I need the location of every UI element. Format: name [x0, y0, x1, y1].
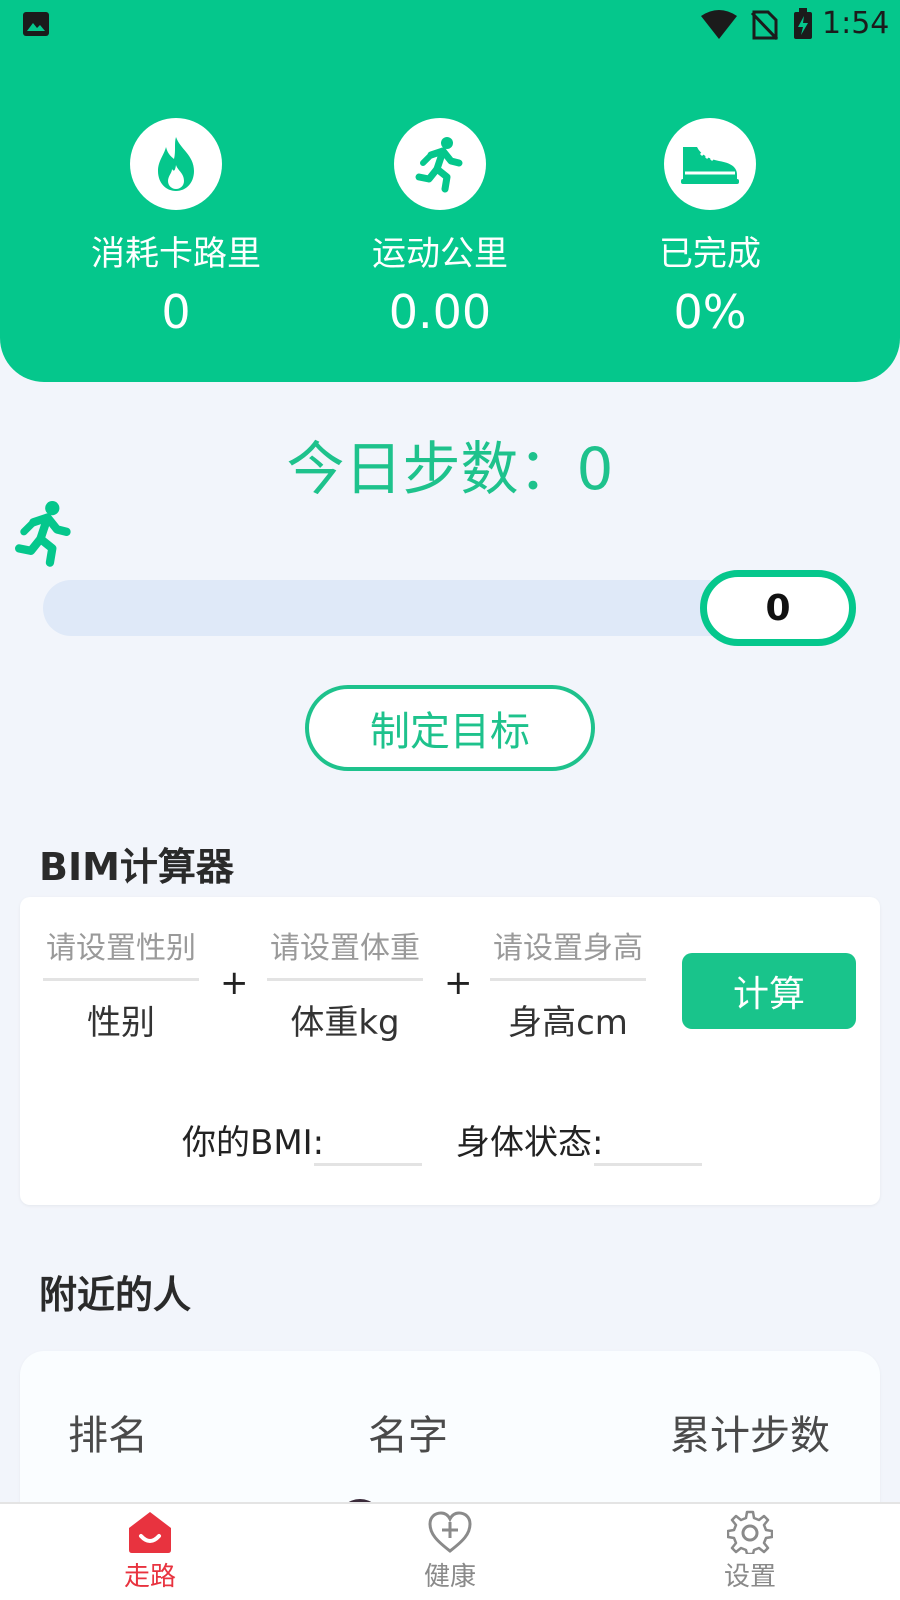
bmi-result-value — [314, 1163, 422, 1166]
set-goal-button[interactable]: 制定目标 — [305, 685, 595, 771]
stat-circle — [664, 118, 756, 210]
column-header-rank: 排名 — [68, 1413, 148, 1459]
no-sim-icon — [750, 10, 778, 40]
weight-caption: 体重kg — [290, 1003, 400, 1043]
nav-label: 走路 — [123, 1562, 176, 1592]
calculate-button[interactable]: 计算 — [682, 953, 856, 1029]
column-header-steps: 累计步数 — [670, 1413, 830, 1459]
bmi-card: 请设置性别 性别 + 请设置体重 体重kg + 请设置身高 身高cm 计算 你的… — [20, 897, 880, 1205]
stat-value: 0 — [161, 285, 191, 339]
status-time: 1:54 — [822, 6, 890, 41]
stat-value: 0% — [673, 285, 747, 339]
weight-field: 请设置体重 体重kg — [267, 921, 423, 1044]
stat-circle — [394, 118, 486, 210]
bottom-nav: 走路 健康 设置 — [0, 1502, 900, 1600]
plus-sign: + — [220, 963, 249, 1003]
nav-item-health[interactable]: 健康 — [390, 1510, 510, 1593]
runner-icon — [415, 137, 463, 193]
gender-input[interactable]: 请设置性别 — [43, 921, 199, 981]
nav-item-settings[interactable]: 设置 — [690, 1510, 810, 1593]
body-status-label: 身体状态: — [456, 1123, 604, 1163]
stat-circle — [130, 118, 222, 210]
runner-progress-icon — [14, 501, 71, 567]
weight-input[interactable]: 请设置体重 — [267, 921, 423, 981]
battery-charging-icon — [794, 8, 812, 39]
heart-plus-icon — [428, 1511, 472, 1553]
stat-distance: 运动公里 0.00 — [320, 118, 560, 339]
stat-label: 已完成 — [659, 234, 761, 274]
stat-label: 运动公里 — [372, 234, 508, 274]
steps-progress-value: 0 — [700, 570, 856, 646]
stat-value: 0.00 — [388, 285, 492, 339]
image-icon — [23, 12, 49, 36]
gender-caption: 性别 — [87, 1003, 155, 1043]
gear-icon — [727, 1510, 773, 1554]
nav-label: 设置 — [723, 1562, 776, 1592]
flame-icon — [158, 137, 194, 191]
bmi-section-title: BIM计算器 — [39, 845, 234, 889]
home-icon — [129, 1512, 171, 1553]
stat-calories: 消耗卡路里 0 — [56, 118, 296, 339]
column-header-name: 名字 — [368, 1413, 448, 1459]
header-panel: 1:54 消耗卡路里 0 运动公里 0.00 已完成 0% — [0, 0, 900, 382]
gender-field: 请设置性别 性别 — [43, 921, 199, 1044]
height-caption: 身高cm — [508, 1003, 628, 1043]
nav-item-walk[interactable]: 走路 — [90, 1510, 210, 1593]
height-field: 请设置身高 身高cm — [490, 921, 646, 1044]
wifi-icon — [701, 10, 737, 39]
sneaker-icon — [681, 147, 739, 184]
nearby-section-title: 附近的人 — [39, 1273, 192, 1317]
status-bar: 1:54 — [0, 0, 900, 52]
plus-sign: + — [444, 963, 473, 1003]
height-input[interactable]: 请设置身高 — [490, 921, 646, 981]
stat-label: 消耗卡路里 — [91, 234, 261, 274]
stat-completed: 已完成 0% — [590, 118, 830, 339]
today-steps-title: 今日步数：0 — [286, 435, 614, 503]
body-status-value — [594, 1163, 702, 1166]
bmi-result-label: 你的BMI: — [182, 1123, 325, 1163]
nav-label: 健康 — [423, 1562, 476, 1592]
